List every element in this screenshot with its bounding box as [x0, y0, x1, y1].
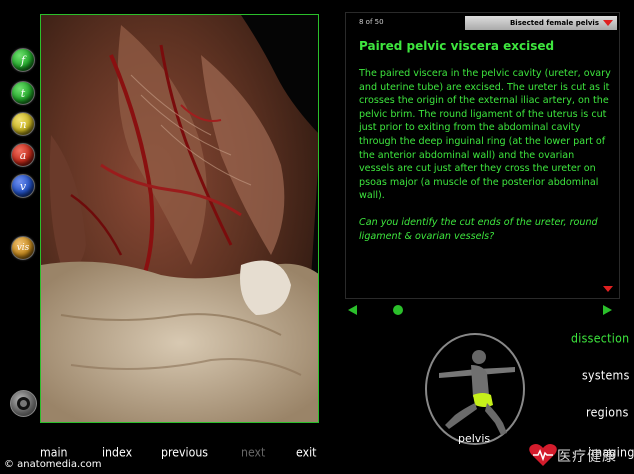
info-panel: 8 of 50 Bisected female pelvis Paired pe…	[345, 12, 620, 299]
dissection-photo-illustration	[41, 15, 318, 422]
side-button-vis[interactable]: vis	[11, 236, 35, 260]
settings-button[interactable]	[10, 390, 37, 417]
description-text: The paired viscera in the pelvic cavity …	[359, 68, 611, 202]
question-text: Can you identify the cut ends of the ure…	[359, 217, 598, 242]
side-button-f-label: f	[20, 53, 26, 67]
dissection-image	[40, 14, 319, 423]
side-button-vis-label: vis	[16, 243, 30, 253]
side-button-t[interactable]: t	[11, 81, 35, 105]
side-button-t-label: t	[20, 86, 26, 100]
nav-previous[interactable]: previous	[161, 445, 208, 459]
nav-exit[interactable]: exit	[296, 445, 316, 459]
nav-next[interactable]: next	[241, 445, 265, 459]
previous-arrow-icon[interactable]	[348, 305, 357, 315]
settings-icon	[17, 397, 30, 410]
side-button-n-label: n	[19, 117, 27, 131]
menu-systems[interactable]: systems	[582, 368, 630, 382]
side-button-n[interactable]: n	[11, 112, 35, 136]
side-button-a-label: a	[19, 148, 27, 162]
body-figure-icon	[439, 350, 515, 435]
menu-dissection[interactable]: dissection	[571, 331, 629, 345]
chevron-down-icon	[603, 20, 613, 26]
site-credit: © anatomedia.com	[4, 459, 102, 470]
menu-regions[interactable]: regions	[586, 405, 629, 419]
section-dropdown-label: Bisected female pelvis	[509, 19, 599, 27]
page-title: Paired pelvic viscera excised	[359, 39, 555, 53]
page-counter: 8 of 50	[359, 18, 384, 26]
logo-text: 医疗健康	[557, 449, 617, 465]
side-button-v[interactable]: v	[11, 174, 35, 198]
scroll-down-icon[interactable]	[603, 286, 613, 292]
side-button-v-label: v	[19, 179, 27, 193]
heart-logo-icon	[529, 444, 557, 466]
nav-index[interactable]: index	[102, 445, 132, 459]
section-dropdown[interactable]: Bisected female pelvis	[465, 16, 617, 30]
pelvis-label[interactable]: pelvis	[458, 432, 490, 445]
home-dot-icon[interactable]	[393, 305, 403, 315]
region-selector[interactable]	[425, 333, 525, 445]
side-button-f[interactable]: f	[11, 48, 35, 72]
next-arrow-icon[interactable]	[603, 305, 612, 315]
side-button-a[interactable]: a	[11, 143, 35, 167]
nav-main[interactable]: main	[40, 445, 67, 459]
